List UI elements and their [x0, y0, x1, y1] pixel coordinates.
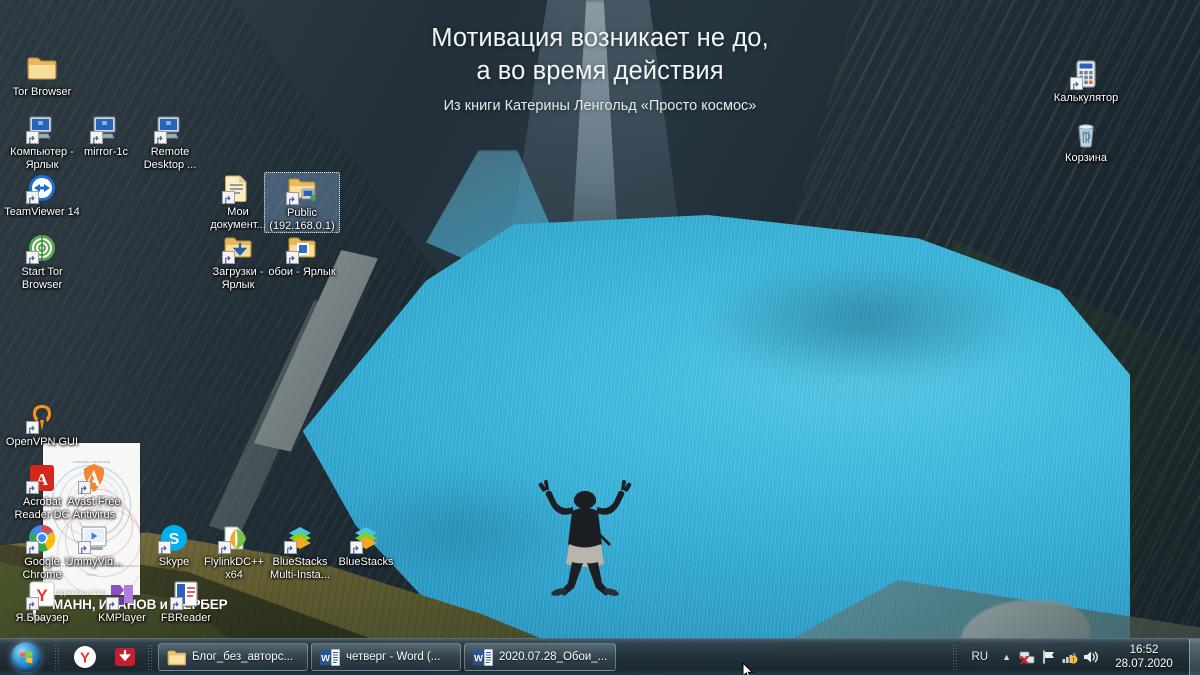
desktop-icon-label: Remote Desktop ...: [143, 146, 197, 171]
desktop-icon-flylinkdc-x64[interactable]: FlylinkDC++ x64: [196, 522, 272, 581]
desktop-icon-label: Корзина: [1065, 152, 1107, 164]
desktop-icon-label: Tor Browser: [12, 86, 72, 98]
taskbar-window-explorer[interactable]: Блог_без_авторс...: [158, 643, 308, 671]
network-icon[interactable]: !: [1059, 646, 1080, 668]
folder-icon: [26, 52, 58, 84]
desktop-icon-bluestacks-multi[interactable]: BlueStacks Multi-Insta...: [262, 522, 338, 581]
taskbar-window-label: Блог_без_авторс...: [192, 651, 294, 663]
desktop-icon-label: обои - Ярлык: [268, 266, 336, 278]
desktop-icon-start-tor-browser[interactable]: Start Tor Browser: [4, 232, 80, 291]
mouse-cursor: [742, 661, 754, 675]
desktop-icon-label: Start Tor Browser: [21, 266, 63, 291]
calculator-icon: [1070, 58, 1102, 90]
computer-icon: [90, 112, 122, 144]
ummy-icon: [78, 522, 110, 554]
word-icon: W: [473, 648, 493, 666]
taskbar-grip-1[interactable]: [54, 644, 61, 670]
taskbar-window-label: 2020.07.28_Обои_...: [499, 651, 608, 663]
desktop-icon-label: FBReader: [160, 612, 212, 624]
desktop-icon-label: TeamViewer 14: [4, 206, 80, 218]
flag-icon[interactable]: [1038, 646, 1059, 668]
language-indicator[interactable]: RU: [963, 651, 996, 663]
clock-date: 28.07.2020: [1115, 658, 1173, 670]
fbreader-icon: [170, 578, 202, 610]
desktop-icon-bluestacks[interactable]: BlueStacks: [328, 522, 404, 569]
svg-text:S: S: [169, 531, 180, 548]
taskbar-window-word-2[interactable]: W 2020.07.28_Обои_...: [464, 643, 617, 671]
desktop-icon-label: OpenVPN GUI: [5, 436, 79, 448]
desktop-icon-label: Public (192.168.0.1): [269, 207, 335, 232]
speaker-icon[interactable]: [1080, 646, 1101, 668]
yandex-icon: Y: [26, 578, 58, 610]
download-arrow-icon: [115, 648, 135, 666]
taskbar-grip-2[interactable]: [147, 644, 154, 670]
bluestacks-icon: [350, 522, 382, 554]
desktop-screen: Мотивация возникает не до, а во время де…: [0, 0, 1200, 675]
desktop-icon-ummy-video[interactable]: UmmyVid...: [56, 522, 132, 569]
computer-icon: [26, 112, 58, 144]
svg-text:!: !: [1073, 658, 1075, 664]
clock-time: 16:52: [1129, 644, 1159, 656]
svg-text:A: A: [36, 470, 49, 489]
desktop-icon-label: Я.Браузер: [15, 612, 69, 624]
desktop-icon-remote-desktop[interactable]: Remote Desktop ...: [132, 112, 208, 171]
desktop-icon-label: BlueStacks Multi-Insta...: [270, 556, 330, 581]
downloads-icon: [222, 232, 254, 264]
quick-launch-download-master[interactable]: [110, 642, 140, 672]
windows-logo-icon: [11, 642, 41, 672]
taskbar-window-word-1[interactable]: W четверг - Word (...: [311, 643, 461, 671]
skype-icon: S: [158, 522, 190, 554]
desktop-icon-openvpn-gui[interactable]: OpenVPN GUI: [4, 402, 80, 449]
desktop-icon-label: Avast Free Antivirus: [67, 496, 121, 521]
desktop-icon-avast-free-antivirus[interactable]: Avast Free Antivirus: [56, 462, 132, 521]
desktop-icon-label: BlueStacks: [338, 556, 394, 568]
desktop-icon-teamviewer-14[interactable]: TeamViewer 14: [4, 172, 80, 219]
desktop-icon-wallpapers-shortcut[interactable]: обои - Ярлык: [264, 232, 340, 279]
computer-icon: [154, 112, 186, 144]
openvpn-icon: [26, 402, 58, 434]
wallpaper-lake-shadow: [700, 255, 1030, 385]
acrobat-icon: A: [26, 462, 58, 494]
yandex-y-icon: Y: [74, 646, 96, 668]
recycle-bin-icon: [1070, 118, 1102, 150]
taskbar-clock[interactable]: 16:52 28.07.2020: [1101, 643, 1187, 671]
desktop-icon-fbreader[interactable]: FBReader: [148, 578, 224, 625]
start-button[interactable]: [2, 640, 50, 674]
desktop-wallpaper[interactable]: Мотивация возникает не до, а во время де…: [0, 0, 1200, 675]
tor-onion-icon: [26, 232, 58, 264]
teamviewer-icon: [26, 172, 58, 204]
taskbar-window-label: четверг - Word (...: [346, 651, 441, 663]
desktop-icon-tor-browser-folder[interactable]: Tor Browser: [4, 52, 80, 99]
svg-text:Y: Y: [36, 586, 48, 605]
show-hidden-icons-button[interactable]: ▲: [996, 652, 1017, 662]
svg-text:W: W: [321, 653, 330, 664]
folder-shortcut-icon: [286, 232, 318, 264]
show-desktop-button[interactable]: [1189, 638, 1200, 675]
kmplayer-icon: [106, 578, 138, 610]
desktop-icon-calculator[interactable]: Калькулятор: [1048, 58, 1124, 105]
bluestacks-icon: [284, 522, 316, 554]
desktop-icon-yandex-browser[interactable]: Y Я.Браузер: [4, 578, 80, 625]
folder-icon: [167, 650, 186, 665]
jumping-person-silhouette: [525, 470, 645, 605]
word-icon: W: [320, 648, 340, 666]
documents-icon: [222, 172, 254, 204]
avast-icon: [78, 462, 110, 494]
svg-text:W: W: [474, 653, 483, 664]
desktop-icon-label: UmmyVid...: [65, 556, 123, 568]
quick-launch-yandex-browser[interactable]: Y: [70, 642, 100, 672]
taskbar-grip-3[interactable]: [952, 644, 960, 670]
desktop-icon-label: Калькулятор: [1053, 92, 1119, 104]
flylink-icon: [218, 522, 250, 554]
taskbar: Y Блог_без_авторс... W четверг - Word (.…: [0, 638, 1200, 675]
desktop-icon-recycle-bin[interactable]: Корзина: [1048, 118, 1124, 165]
network-folder-icon: [286, 173, 318, 205]
svg-text:Y: Y: [80, 650, 90, 667]
system-tray: RU ▲ ! 16:52 28.07.2020: [948, 638, 1200, 675]
desktop-icon-public-share[interactable]: Public (192.168.0.1): [264, 172, 340, 233]
network-error-icon[interactable]: [1017, 646, 1038, 668]
chrome-icon: [26, 522, 58, 554]
